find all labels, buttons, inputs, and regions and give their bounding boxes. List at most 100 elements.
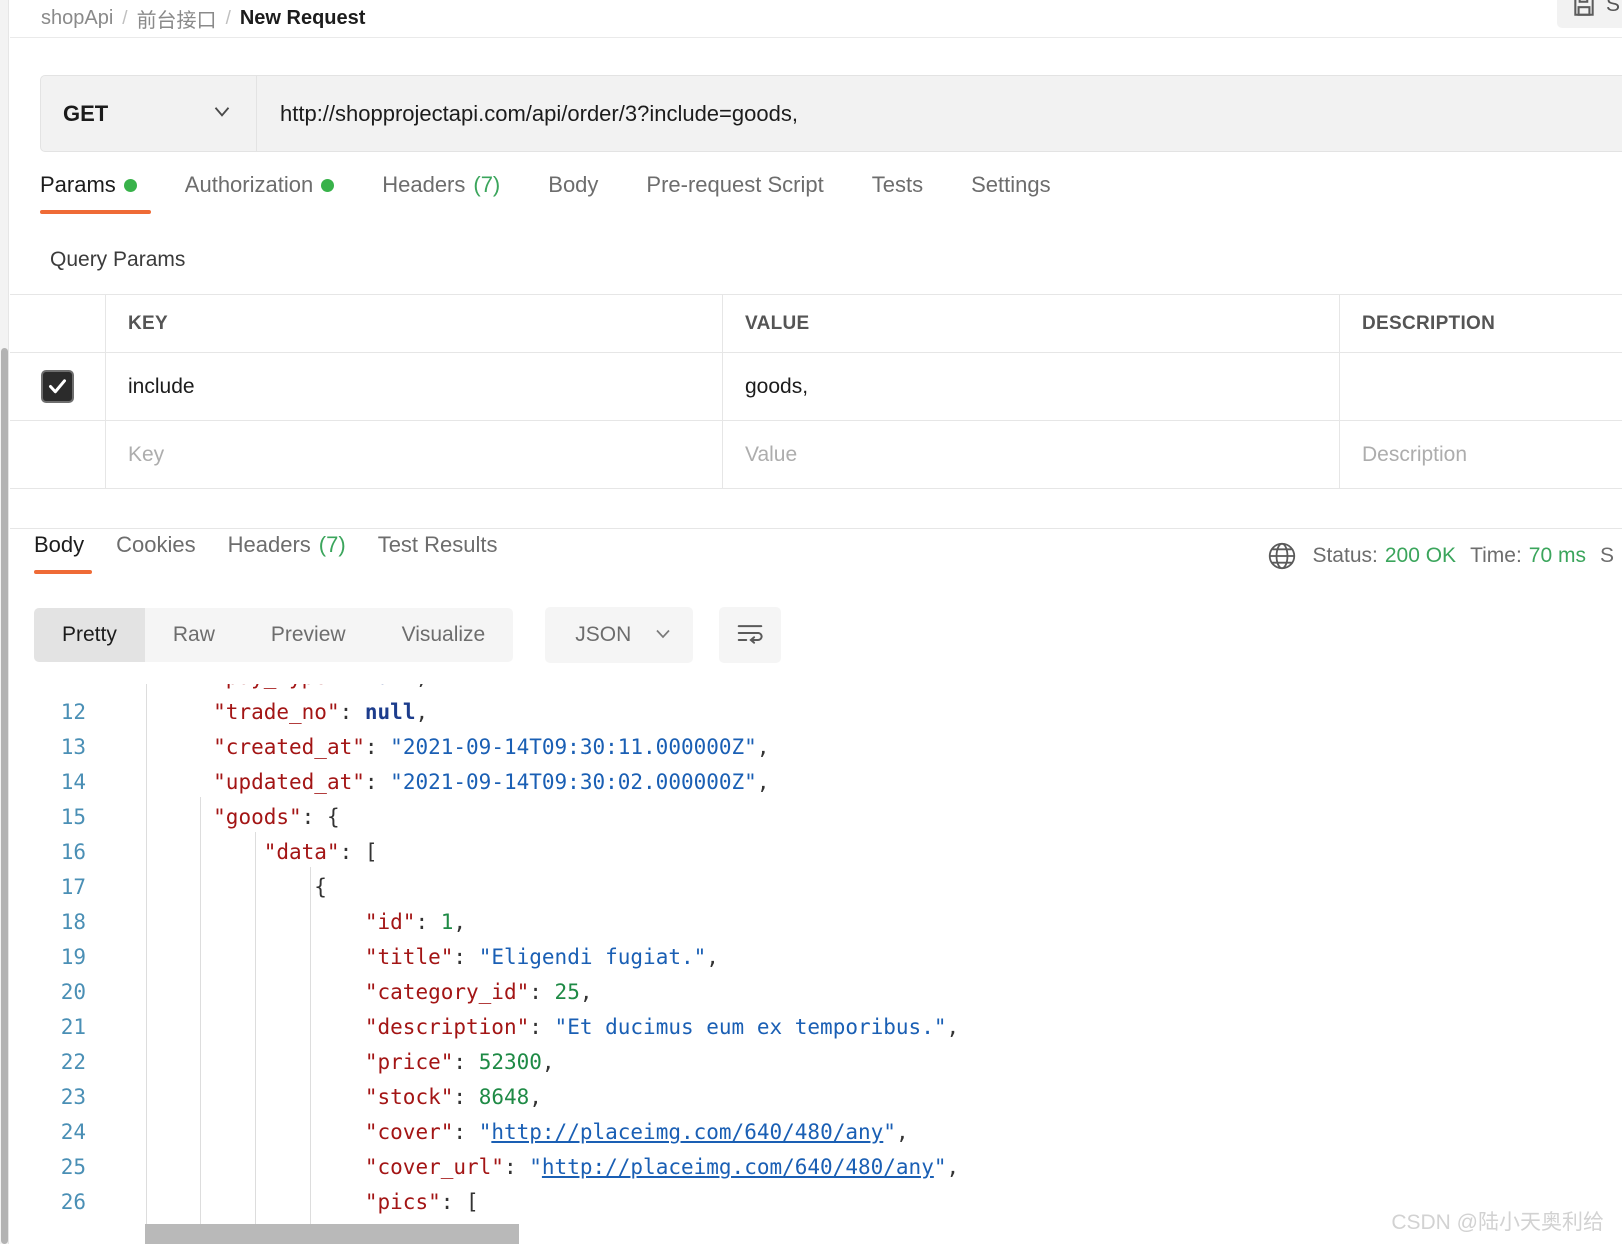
header-cell-description: DESCRIPTION bbox=[1362, 312, 1496, 334]
code-line-text: "id": 1, bbox=[112, 910, 466, 934]
param-enabled-checkbox[interactable] bbox=[41, 370, 74, 403]
response-tab-test-results[interactable]: Test Results bbox=[378, 532, 498, 574]
view-mode-pretty[interactable]: Pretty bbox=[34, 608, 145, 662]
breadcrumb-folder[interactable]: 前台接口 bbox=[137, 4, 217, 33]
code-token: 1 bbox=[440, 909, 454, 934]
code-line-text: { bbox=[112, 875, 327, 899]
tab-params-label: Params bbox=[40, 172, 116, 197]
response-format-select[interactable]: JSON bbox=[545, 607, 694, 663]
code-token: "trade_no" bbox=[213, 699, 340, 724]
response-tab-body[interactable]: Body bbox=[34, 532, 93, 574]
response-tab-body-label: Body bbox=[34, 532, 85, 557]
response-body-code-viewer[interactable]: 11 "pay_type": null,12 "trade_no": null,… bbox=[10, 676, 1622, 1244]
response-tab-cookies[interactable]: Cookies bbox=[116, 532, 195, 574]
code-line: 15 "goods": { bbox=[10, 799, 1622, 834]
tab-settings[interactable]: Settings bbox=[971, 172, 1077, 214]
code-token: : bbox=[364, 769, 391, 794]
code-token: , bbox=[756, 769, 770, 794]
code-line: 23 "stock": 8648, bbox=[10, 1079, 1622, 1114]
code-token: , bbox=[706, 944, 719, 969]
code-horizontal-scrollbar-thumb[interactable] bbox=[145, 1224, 519, 1244]
wrap-lines-icon bbox=[735, 618, 765, 653]
tab-body[interactable]: Body bbox=[548, 172, 624, 214]
row-value-input[interactable]: goods, bbox=[723, 353, 1340, 420]
code-token: 52300 bbox=[478, 1049, 542, 1074]
header-cell-key: KEY bbox=[106, 295, 723, 352]
code-line: 20 "category_id": 25, bbox=[10, 974, 1622, 1009]
tab-headers[interactable]: Headers (7) bbox=[382, 172, 526, 214]
new-key-input[interactable]: Key bbox=[106, 421, 723, 488]
row-description-input[interactable] bbox=[1340, 353, 1622, 420]
code-line-text: "title": "Eligendi fugiat.", bbox=[112, 945, 719, 969]
code-line-number: 25 bbox=[60, 1154, 86, 1179]
code-link[interactable]: http://placeimg.com/640/480/any bbox=[491, 1120, 883, 1144]
postman-request-window: shopApi / 前台接口 / New Request S GET http:… bbox=[0, 0, 1622, 1244]
code-token: : [ bbox=[339, 839, 378, 864]
view-mode-visualize[interactable]: Visualize bbox=[374, 608, 514, 662]
code-token: : { bbox=[301, 804, 340, 829]
code-token: : bbox=[415, 909, 441, 934]
new-description-input[interactable]: Description bbox=[1340, 421, 1622, 488]
app-vertical-scrollbar-thumb[interactable] bbox=[1, 348, 8, 1244]
response-tab-headers[interactable]: Headers (7) bbox=[228, 532, 346, 574]
code-line-text: "category_id": 25, bbox=[112, 980, 593, 1004]
code-token: , bbox=[946, 1154, 960, 1179]
code-token: , bbox=[529, 1084, 542, 1109]
code-token: : bbox=[453, 1049, 479, 1074]
breadcrumb-collection[interactable]: shopApi bbox=[41, 7, 113, 30]
tab-authorization[interactable]: Authorization bbox=[185, 172, 360, 214]
tab-authorization-label: Authorization bbox=[184, 172, 314, 197]
code-token: "description" bbox=[364, 1014, 530, 1039]
code-token: : bbox=[364, 734, 391, 759]
view-mode-preview[interactable]: Preview bbox=[243, 608, 374, 662]
code-token: "price" bbox=[364, 1049, 454, 1074]
watermark: CSDN @陆小天奥利给 bbox=[1391, 1211, 1604, 1234]
code-token: null bbox=[364, 699, 416, 724]
response-format-label: JSON bbox=[575, 623, 632, 646]
code-link[interactable]: http://placeimg.com/640/480/any bbox=[542, 1155, 934, 1179]
code-line: 17 { bbox=[10, 869, 1622, 904]
code-token: "category_id" bbox=[364, 979, 530, 1004]
code-line-text: "cover": "http://placeimg.com/640/480/an… bbox=[112, 1120, 909, 1144]
code-line-text: "updated_at": "2021-09-14T09:30:02.00000… bbox=[112, 770, 769, 794]
code-line-number: 24 bbox=[60, 1119, 86, 1144]
view-mode-raw[interactable]: Raw bbox=[145, 608, 243, 662]
tab-tests[interactable]: Tests bbox=[872, 172, 949, 214]
row-checkbox-cell-empty[interactable] bbox=[10, 421, 106, 488]
row-checkbox-cell[interactable] bbox=[10, 353, 106, 420]
code-token: "created_at" bbox=[213, 734, 365, 759]
code-token: "Et ducimus eum ex temporibus." bbox=[554, 1014, 947, 1039]
query-params-heading: Query Params bbox=[50, 248, 186, 271]
code-token: 25 bbox=[554, 979, 580, 1004]
url-bar: GET http://shopprojectapi.com/api/order/… bbox=[40, 75, 1622, 152]
response-view-toolbar: Pretty Raw Preview Visualize JSON bbox=[34, 607, 782, 663]
tab-params[interactable]: Params bbox=[40, 172, 163, 214]
globe-icon[interactable] bbox=[1266, 540, 1298, 572]
http-method-select[interactable]: GET bbox=[41, 76, 257, 151]
code-token: , bbox=[756, 734, 770, 759]
row-key-input[interactable]: include bbox=[106, 353, 723, 420]
params-active-dot-icon bbox=[123, 178, 137, 192]
code-token: , bbox=[579, 979, 593, 1004]
table-row-empty[interactable]: Key Value Description bbox=[10, 421, 1622, 489]
code-line-number: 18 bbox=[60, 909, 86, 934]
tab-pre-request-script[interactable]: Pre-request Script bbox=[646, 172, 849, 214]
save-button[interactable]: S bbox=[1556, 0, 1622, 28]
code-token: : bbox=[453, 944, 479, 969]
new-value-input[interactable]: Value bbox=[723, 421, 1340, 488]
app-vertical-scrollbar[interactable] bbox=[0, 0, 9, 1244]
table-row[interactable]: include goods, bbox=[10, 353, 1622, 421]
url-input[interactable]: http://shopprojectapi.com/api/order/3?in… bbox=[257, 76, 1622, 151]
breadcrumb-separator: / bbox=[122, 7, 128, 29]
code-line-text: "trade_no": null, bbox=[112, 700, 428, 724]
wrap-lines-button[interactable] bbox=[719, 607, 782, 663]
code-token: : [ bbox=[440, 1189, 479, 1214]
